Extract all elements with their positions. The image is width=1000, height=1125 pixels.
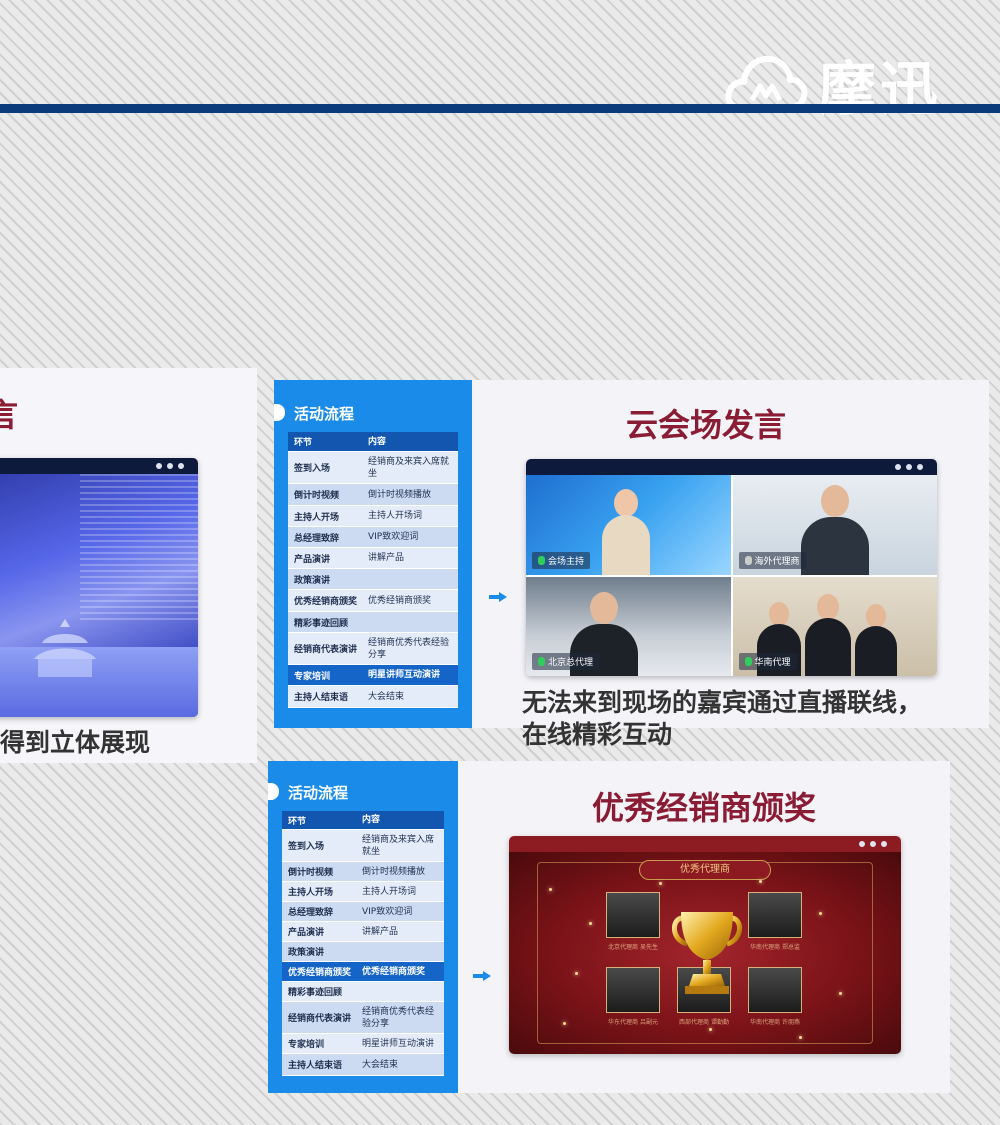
temple-graphic xyxy=(34,619,96,677)
winner-photo xyxy=(748,967,802,1013)
video-tile[interactable]: 北京总代理 xyxy=(526,576,731,676)
video-tile-label: 会场主持 xyxy=(532,551,591,569)
video-tile-label: 北京总代理 xyxy=(532,653,600,670)
trophy-icon xyxy=(672,912,742,994)
cloud-venue-caption-1: 无法来到现场的嘉宾通过直播联线， xyxy=(522,688,923,717)
award-scene: 优秀代理商 北京代理商 吴先生 华南代理商 郑总监 华东代理商 吕副元 西部代理… xyxy=(509,852,901,1054)
cloud-venue-caption-2: 在线精彩互动 xyxy=(522,720,673,749)
flow-row: 精彩事迹回顾 xyxy=(288,612,458,633)
microphone-icon xyxy=(744,657,752,666)
window-dots-icon xyxy=(859,841,887,847)
stage-scene-image xyxy=(0,474,198,717)
flow-row: 签到入场 经销商及来宾入席就坐 xyxy=(288,452,458,484)
left-heading: 言 xyxy=(0,396,19,434)
award-heading: 优秀经销商颁奖 xyxy=(592,789,817,827)
flow-row: 倒计时视频 倒计时视频播放 xyxy=(282,862,444,882)
flow-row: 产品演讲 讲解产品 xyxy=(288,548,458,569)
flow-row: 产品演讲 讲解产品 xyxy=(282,922,444,942)
flow-row: 主持人开场 主持人开场词 xyxy=(282,882,444,902)
flow-row: 政策演讲 xyxy=(288,569,458,590)
brand-logo: 摩迅 xyxy=(724,42,942,126)
flow-sidebar-mid: 活动流程 环节 内容 签到入场 经销商及来宾入席就坐 倒计时视频 倒计时视频播放 主持… xyxy=(273,380,472,728)
flow-title: 活动流程 xyxy=(267,783,349,802)
video-tile[interactable]: 会场主持 xyxy=(526,475,731,575)
flow-row: 主持人开场 主持人开场词 xyxy=(288,506,458,527)
video-tile[interactable]: 华南代理 xyxy=(732,576,937,676)
flow-table: 环节 内容 签到入场 经销商及来宾入席就坐 倒计时视频 倒计时视频播放 主持人开场 主持… xyxy=(282,811,444,1076)
video-tile-label: 海外代理商 xyxy=(738,551,806,569)
flow-header-row: 环节 内容 xyxy=(282,811,444,830)
window-dots-icon xyxy=(156,463,184,469)
award-title: 优秀代理商 xyxy=(639,860,771,880)
flow-title: 活动流程 xyxy=(273,404,355,423)
award-ceremony-window: 优秀代理商 北京代理商 吴先生 华南代理商 郑总监 华东代理商 吕副元 西部代理… xyxy=(509,836,901,1054)
flow-row: 专家培训 明星讲师互动演讲 xyxy=(282,1034,444,1054)
flow-row: 倒计时视频 倒计时视频播放 xyxy=(288,484,458,506)
flow-row-active: 专家培训 明星讲师互动演讲 xyxy=(288,665,458,686)
flow-table: 环节 内容 签到入场 经销商及来宾入席就坐 倒计时视频 倒计时视频播放 主持人开场 主持… xyxy=(288,432,458,708)
flow-row: 政策演讲 xyxy=(282,942,444,962)
left-caption: 得到立体展现 xyxy=(0,728,151,757)
stage-video-window xyxy=(0,458,198,717)
microphone-muted-icon xyxy=(744,555,752,565)
cloud-venue-heading: 云会场发言 xyxy=(626,406,787,444)
microphone-icon xyxy=(538,555,545,565)
flow-row: 主持人结束语 大会结束 xyxy=(282,1054,444,1076)
header-divider xyxy=(0,104,1000,113)
flow-row: 主持人结束语 大会结束 xyxy=(288,686,458,708)
flow-row: 精彩事迹回顾 xyxy=(282,982,444,1002)
arrow-right-icon xyxy=(473,971,491,981)
flow-row: 总经理致辞 VIP致欢迎词 xyxy=(288,527,458,548)
flow-row: 签到入场 经销商及来宾入席就坐 xyxy=(282,830,444,862)
winner-photo xyxy=(748,892,802,938)
flow-row-active: 优秀经销商颁奖 优秀经销商颁奖 xyxy=(282,962,444,982)
flow-header-row: 环节 内容 xyxy=(288,432,458,452)
brand-name: 摩迅 xyxy=(817,55,942,123)
flow-sidebar-bottom: 活动流程 环节 内容 签到入场 经销商及来宾入席就坐 倒计时视频 倒计时视频播放 主持… xyxy=(267,761,458,1093)
video-tile-label: 华南代理 xyxy=(738,653,797,670)
video-grid: 会场主持 海外代理商 北京总代理 华南代理 xyxy=(526,475,937,676)
window-dots-icon xyxy=(895,464,923,470)
flow-row: 经销商代表演讲 经销商优秀代表经验分享 xyxy=(282,1002,444,1034)
winner-photo xyxy=(606,967,660,1013)
flow-row: 优秀经销商颁奖 优秀经销商颁奖 xyxy=(288,590,458,612)
video-conference-window: 会场主持 海外代理商 北京总代理 华南代理 xyxy=(526,459,937,676)
winner-photo xyxy=(606,892,660,938)
arrow-right-icon xyxy=(489,592,507,602)
video-tile[interactable]: 海外代理商 xyxy=(732,475,937,575)
flow-row: 总经理致辞 VIP致欢迎词 xyxy=(282,902,444,922)
flow-row: 经销商代表演讲 经销商优秀代表经验分享 xyxy=(288,633,458,665)
microphone-icon xyxy=(538,657,545,666)
